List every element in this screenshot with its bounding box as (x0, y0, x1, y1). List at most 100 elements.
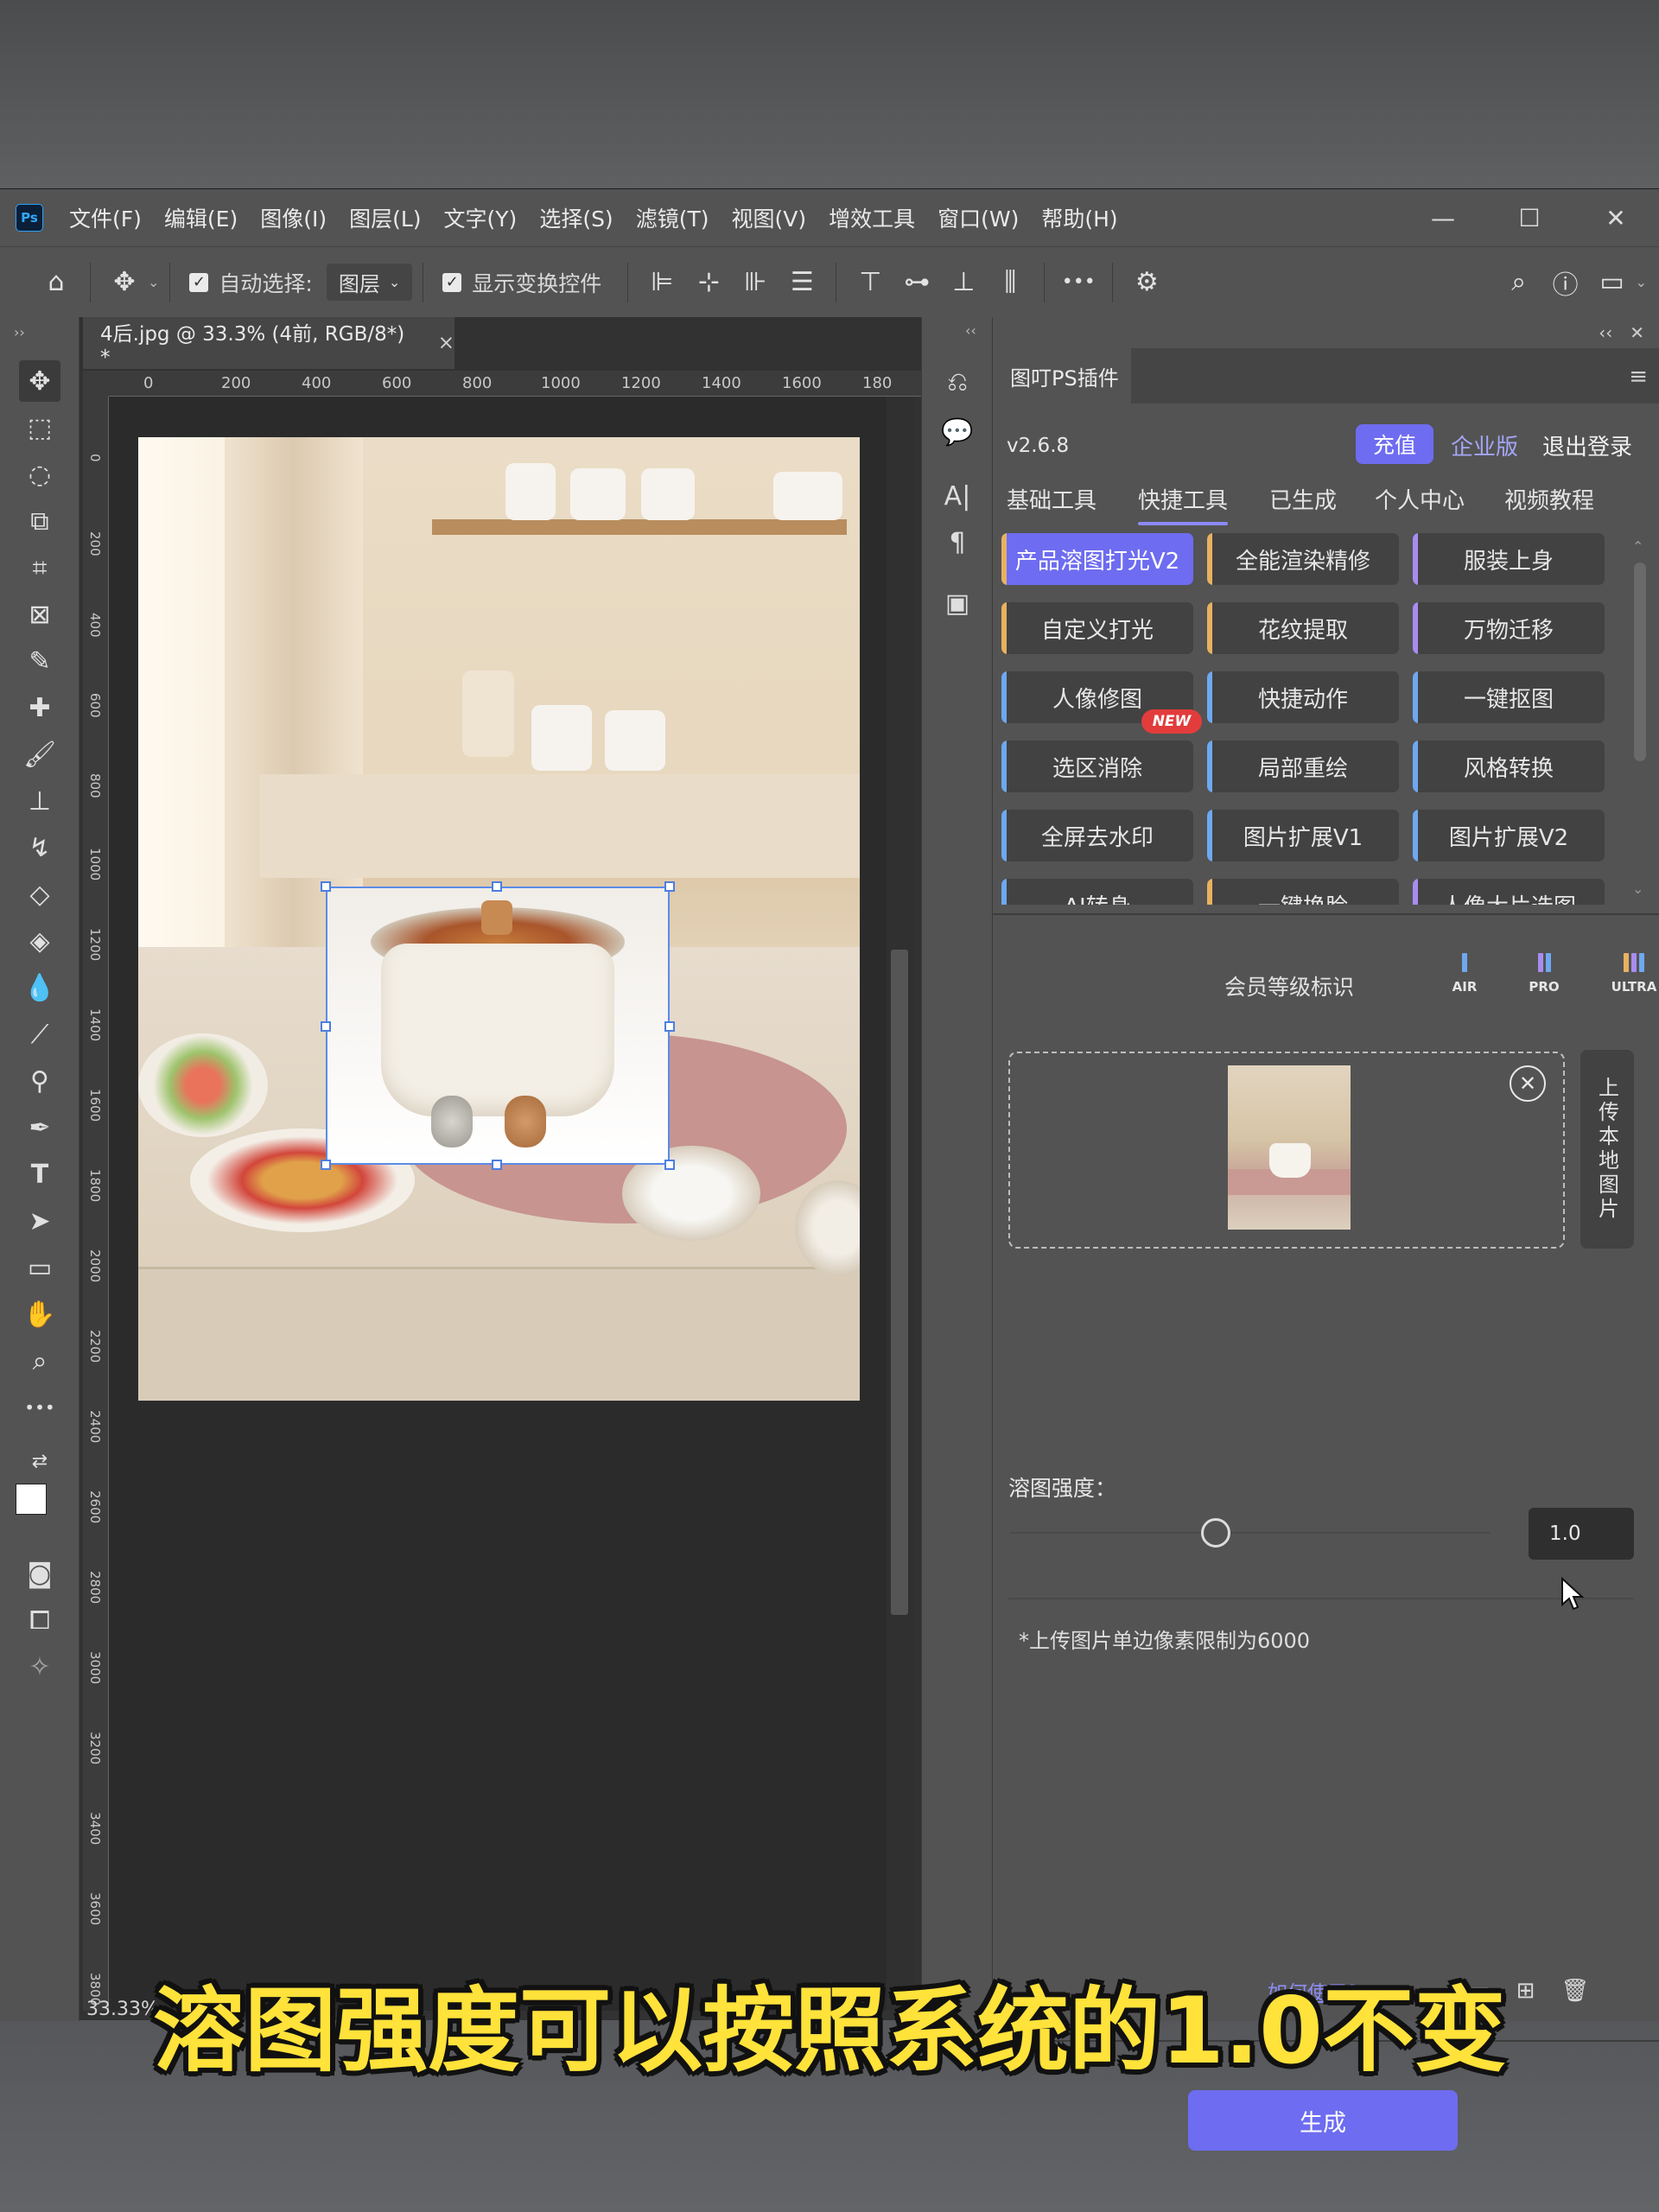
distribute-icon[interactable]: ☰ (779, 259, 825, 306)
collapse-icon[interactable]: ›› (14, 324, 25, 340)
menu-layer[interactable]: 图层(L) (349, 202, 421, 233)
marquee-tool-icon[interactable]: ⬚ (19, 407, 60, 448)
workspace-icon[interactable]: ▭ (1589, 259, 1636, 306)
transform-selection[interactable] (321, 881, 675, 1170)
tool-button[interactable]: 局部重绘 (1207, 741, 1399, 792)
screen-mode-icon[interactable]: ⧠ (19, 1599, 60, 1641)
upload-local-image-button[interactable]: 上传本地图片 (1580, 1050, 1634, 1249)
close-icon[interactable]: ✕ (1573, 189, 1659, 246)
recharge-button[interactable]: 充值 (1356, 424, 1433, 464)
path-select-icon[interactable]: ➤ (19, 1200, 60, 1242)
paint-bucket-icon[interactable]: ◈ (19, 920, 60, 962)
crop-tool-icon[interactable]: ⌗ (19, 547, 60, 588)
more-icon[interactable]: ••• (1055, 259, 1102, 306)
history-icon[interactable]: ⎌ (936, 360, 979, 404)
panel-menu-icon[interactable]: ≡ (1629, 364, 1648, 390)
menu-image[interactable]: 图像(I) (260, 202, 327, 233)
home-icon[interactable]: ⌂ (33, 259, 79, 306)
image-panel-icon[interactable]: ▣ (936, 582, 979, 625)
scrollbar-thumb[interactable] (1634, 563, 1646, 761)
tool-button[interactable]: 选区消除 (1001, 741, 1193, 792)
scrollbar-thumb[interactable] (891, 950, 908, 1615)
gear-icon[interactable]: ⚙ (1123, 259, 1170, 306)
smudge-tool-icon[interactable]: ⚲ (19, 1060, 60, 1102)
tab-quick-tools[interactable]: 快捷工具 (1138, 483, 1229, 525)
generative-icon[interactable]: ✧ (19, 1646, 60, 1688)
tool-button[interactable]: 花纹提取 (1207, 602, 1399, 654)
search-icon[interactable]: ⌕ (1496, 259, 1542, 306)
more-tools-icon[interactable]: ••• (19, 1387, 60, 1428)
tool-button[interactable]: 服装上身 (1413, 533, 1605, 585)
show-transform-checkbox[interactable]: ✓ (442, 272, 462, 292)
character-icon[interactable]: A| (936, 474, 979, 518)
rectangle-tool-icon[interactable]: ▭ (19, 1247, 60, 1288)
help-icon[interactable]: ⓘ (1542, 259, 1589, 306)
eraser-icon[interactable]: ◇ (19, 874, 60, 915)
tool-button[interactable]: 全屏去水印 (1001, 810, 1193, 861)
hand-tool-icon[interactable]: ✋ (19, 1294, 60, 1335)
dodge-tool-icon[interactable]: ⟋ (19, 1014, 60, 1055)
menu-help[interactable]: 帮助(H) (1041, 202, 1117, 233)
paragraph-icon[interactable]: ¶ (936, 521, 979, 564)
blend-strength-slider[interactable] (1010, 1532, 1491, 1534)
transform-handle[interactable] (321, 1160, 331, 1170)
menu-view[interactable]: 视图(V) (731, 202, 806, 233)
foreground-color-swatch[interactable] (16, 1484, 47, 1515)
enterprise-link[interactable]: 企业版 (1451, 429, 1518, 461)
comment-icon[interactable]: 💬 (936, 410, 979, 454)
tool-button[interactable]: 人像大片选图 (1413, 879, 1605, 905)
type-tool-icon[interactable]: T (19, 1154, 60, 1195)
menu-edit[interactable]: 编辑(E) (164, 202, 238, 233)
close-tab-icon[interactable]: × (438, 332, 454, 354)
zoom-tool-icon[interactable]: ⌕ (19, 1340, 60, 1382)
menu-filter[interactable]: 滤镜(T) (636, 202, 709, 233)
menu-select[interactable]: 选择(S) (539, 202, 613, 233)
frame-tool-icon[interactable]: ⊠ (19, 594, 60, 635)
lasso-tool-icon[interactable]: ◌ (19, 454, 60, 495)
tool-button[interactable]: 产品溶图打光V2 (1001, 533, 1193, 585)
plugin-panel-tab[interactable]: 图叮PS插件 (993, 348, 1131, 404)
tab-basic-tools[interactable]: 基础工具 (1007, 483, 1096, 515)
align-center-icon[interactable]: ⊹ (685, 259, 732, 306)
tool-button[interactable]: 快捷动作 (1207, 671, 1399, 723)
collapse-icon[interactable]: ‹‹ (965, 322, 976, 339)
pen-tool-icon[interactable]: ✒ (19, 1107, 60, 1148)
menu-type[interactable]: 文字(Y) (444, 202, 518, 233)
chevron-down-icon[interactable]: ⌄ (148, 274, 159, 290)
stamp-tool-icon[interactable]: ⊥ (19, 780, 60, 822)
tool-button[interactable]: 一键抠图 (1413, 671, 1605, 723)
tab-video-tutorials[interactable]: 视频教程 (1504, 483, 1594, 515)
tool-button[interactable]: 图片扩展V2 (1413, 810, 1605, 861)
menu-window[interactable]: 窗口(W) (938, 202, 1019, 233)
transform-handle[interactable] (321, 881, 331, 892)
remove-image-icon[interactable]: ✕ (1510, 1065, 1546, 1102)
eyedropper-icon[interactable]: ✎ (19, 640, 60, 682)
auto-select-checkbox[interactable]: ✓ (189, 272, 209, 292)
close-panel-icon[interactable]: ✕ (1630, 322, 1644, 343)
slider-thumb[interactable] (1201, 1518, 1230, 1548)
tab-generated[interactable]: 已生成 (1269, 483, 1337, 515)
tools-scrollbar[interactable]: ⌃ ⌄ (1629, 538, 1651, 901)
align-bottom-icon[interactable]: ⊥ (940, 259, 987, 306)
tool-button[interactable]: 全能渲染精修 (1207, 533, 1399, 585)
quick-mask-icon[interactable]: ◙ (19, 1553, 60, 1594)
align-right-icon[interactable]: ⊪ (732, 259, 779, 306)
logout-link[interactable]: 退出登录 (1542, 429, 1632, 461)
minimize-icon[interactable]: — (1400, 189, 1486, 246)
align-left-icon[interactable]: ⊫ (639, 259, 685, 306)
align-top-icon[interactable]: ⊤ (847, 259, 893, 306)
blend-strength-input[interactable]: 1.0 (1529, 1508, 1634, 1560)
healing-brush-icon[interactable]: ✚ (19, 687, 60, 728)
upload-dropzone[interactable]: ✕ (1008, 1052, 1565, 1249)
transform-handle[interactable] (664, 881, 675, 892)
maximize-icon[interactable]: ☐ (1486, 189, 1573, 246)
canvas-scrollbar[interactable] (887, 397, 914, 2011)
swap-colors-icon[interactable]: ⇄ (19, 1440, 60, 1482)
scroll-up-icon[interactable]: ⌃ (1632, 538, 1643, 555)
move-tool-icon[interactable]: ✥ (101, 259, 148, 306)
blur-tool-icon[interactable]: 💧 (19, 967, 60, 1008)
tool-button[interactable]: AI转身 (1001, 879, 1193, 905)
document-tab[interactable]: 4后.jpg @ 33.3% (4前, RGB/8*) * × (83, 317, 454, 369)
menu-file[interactable]: 文件(F) (69, 202, 142, 233)
transform-handle[interactable] (664, 1021, 675, 1032)
